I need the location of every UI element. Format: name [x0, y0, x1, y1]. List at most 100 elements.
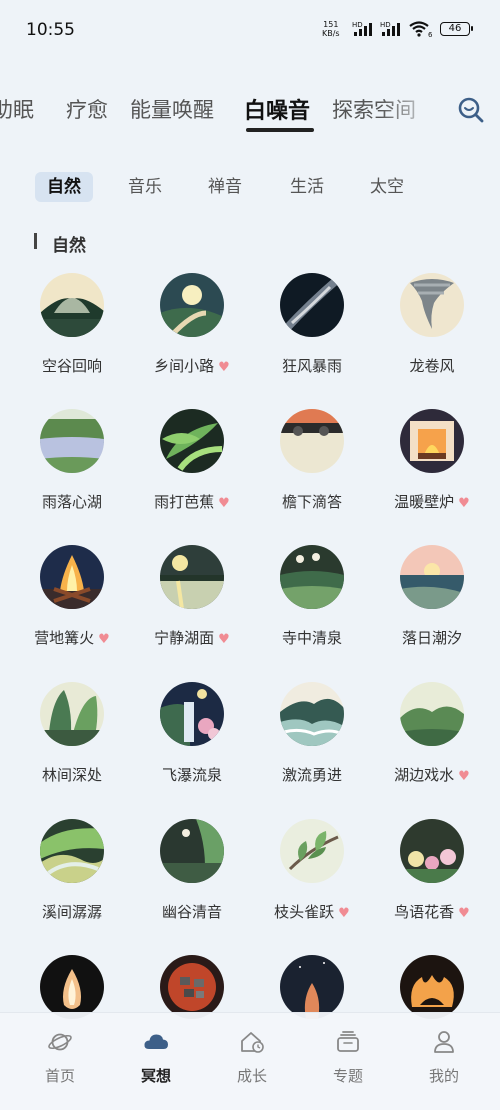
sound-item[interactable]: 溪间潺潺	[12, 819, 132, 949]
sound-item-label: 飞瀑流泉	[132, 764, 252, 785]
heart-icon[interactable]: ♥	[98, 632, 110, 647]
sound-item[interactable]: 雨打芭蕉 ♥	[132, 409, 252, 539]
sound-item-name: 鸟语花香	[394, 903, 455, 921]
subtab-space[interactable]: 太空	[358, 172, 416, 202]
nav-growth-label: 成长	[236, 1067, 267, 1085]
sound-item-name: 林间深处	[41, 766, 102, 784]
net-speed: 151 KB/s	[322, 20, 340, 38]
sound-item-name: 宁静湖面	[154, 629, 215, 647]
sound-item-name: 落日潮汐	[401, 629, 462, 647]
sound-item[interactable]: 湖边戏水 ♥	[372, 682, 492, 812]
lake-rain-thumb	[40, 409, 104, 473]
subtab-zen[interactable]: 禅音	[196, 172, 254, 202]
sound-item-name: 湖边戏水	[394, 766, 455, 784]
sound-item-label: 空谷回响	[12, 355, 132, 376]
fireplace-thumb	[400, 409, 464, 473]
wifi-icon: 6	[409, 21, 433, 38]
sound-item-name: 寺中清泉	[281, 629, 342, 647]
candle-thumb	[40, 955, 104, 1019]
sound-item-label: 溪间潺潺	[12, 901, 132, 922]
sound-item-name: 狂风暴雨	[281, 357, 342, 375]
heart-icon[interactable]: ♥	[218, 632, 230, 647]
house-clock-icon	[241, 1032, 264, 1053]
sound-item-label: 鸟语花香 ♥	[372, 901, 492, 922]
nav-home[interactable]: 首页	[10, 1023, 110, 1086]
sound-item[interactable]: 龙卷风	[372, 273, 492, 403]
subtab-nature[interactable]: 自然	[35, 172, 93, 202]
flowers-thumb	[400, 819, 464, 883]
tab-sleep[interactable]: 助眠	[0, 94, 34, 124]
valley-thumb	[160, 819, 224, 883]
night-fire-thumb	[280, 955, 344, 1019]
sound-item[interactable]: 落日潮汐	[372, 545, 492, 675]
sound-item-name: 檐下滴答	[281, 493, 342, 511]
sound-item[interactable]: 宁静湖面 ♥	[132, 545, 252, 675]
sound-item-name: 龙卷风	[409, 357, 455, 375]
nav-home-label: 首页	[44, 1067, 75, 1085]
signal-icon-2: HD	[380, 21, 400, 36]
sound-item[interactable]: 温暖壁炉 ♥	[372, 409, 492, 539]
sound-item[interactable]: 幽谷清音	[132, 819, 252, 949]
heart-icon[interactable]: ♥	[338, 906, 350, 921]
sound-item-label: 落日潮汐	[372, 627, 492, 648]
tab-energy[interactable]: 能量唤醒	[130, 94, 214, 124]
sound-item[interactable]: 鸟语花香 ♥	[372, 819, 492, 949]
sound-item-label: 雨落心湖	[12, 491, 132, 512]
wifi-sub: 6	[428, 31, 433, 38]
sound-item[interactable]: 枝头雀跃 ♥	[252, 819, 372, 949]
subtab-life[interactable]: 生活	[278, 172, 336, 202]
eaves-thumb	[280, 409, 344, 473]
sim1-label: HD	[352, 21, 363, 29]
sound-item[interactable]: 空谷回响	[12, 273, 132, 403]
sound-item-label: 龙卷风	[372, 355, 492, 376]
sound-item-label: 枝头雀跃 ♥	[252, 901, 372, 922]
sound-item-name: 雨打芭蕉	[154, 493, 215, 511]
sound-item[interactable]: 激流勇进	[252, 682, 372, 812]
sound-item[interactable]: 狂风暴雨	[252, 273, 372, 403]
heart-icon[interactable]: ♥	[218, 496, 230, 511]
search-icon[interactable]	[456, 95, 486, 125]
subtab-music[interactable]: 音乐	[116, 172, 174, 202]
nav-meditate[interactable]: 冥想	[106, 1023, 206, 1086]
sound-item-label: 幽谷清音	[132, 901, 252, 922]
heart-icon[interactable]: ♥	[458, 496, 470, 511]
bottom-nav: 首页 冥想 成长 专题 我的	[0, 1012, 500, 1110]
sound-item-label: 营地篝火 ♥	[12, 627, 132, 648]
heart-icon[interactable]: ♥	[458, 769, 470, 784]
sound-item-name: 激流勇进	[281, 766, 342, 784]
battery-icon: 46	[440, 22, 473, 36]
sound-item-label: 温暖壁炉 ♥	[372, 491, 492, 512]
nav-me[interactable]: 我的	[394, 1023, 494, 1086]
sound-item-label: 雨打芭蕉 ♥	[132, 491, 252, 512]
temple-spring-thumb	[280, 545, 344, 609]
heart-icon[interactable]: ♥	[458, 906, 470, 921]
sound-item[interactable]: 飞瀑流泉	[132, 682, 252, 812]
planet-icon	[48, 1033, 72, 1051]
sunset-tide-thumb	[400, 545, 464, 609]
tab-white-noise[interactable]: 白噪音	[244, 93, 310, 125]
deep-forest-thumb	[40, 682, 104, 746]
sound-item[interactable]: 营地篝火 ♥	[12, 545, 132, 675]
sound-item-name: 乡间小路	[154, 357, 215, 375]
waterfall-thumb	[160, 682, 224, 746]
sound-item[interactable]: 林间深处	[12, 682, 132, 812]
sound-item-name: 飞瀑流泉	[161, 766, 222, 784]
signal-icon: HD	[352, 21, 372, 36]
nav-growth[interactable]: 成长	[202, 1023, 302, 1086]
section-title: 自然	[52, 236, 86, 256]
sound-item[interactable]: 寺中清泉	[252, 545, 372, 675]
person-icon	[434, 1031, 454, 1053]
sound-item-label: 乡间小路 ♥	[132, 355, 252, 376]
sound-item-name: 温暖壁炉	[394, 493, 455, 511]
stack-icon	[337, 1031, 359, 1052]
sound-item-label: 激流勇进	[252, 764, 372, 785]
heart-icon[interactable]: ♥	[218, 360, 230, 375]
sound-item[interactable]: 乡间小路 ♥	[132, 273, 252, 403]
nav-topics[interactable]: 专题	[298, 1023, 398, 1086]
sound-item[interactable]: 檐下滴答	[252, 409, 372, 539]
sound-item[interactable]: 雨落心湖	[12, 409, 132, 539]
tabs-fade	[380, 88, 440, 138]
tab-healing[interactable]: 疗愈	[66, 94, 108, 124]
nav-meditate-label: 冥想	[140, 1067, 171, 1085]
sound-item-label: 狂风暴雨	[252, 355, 372, 376]
